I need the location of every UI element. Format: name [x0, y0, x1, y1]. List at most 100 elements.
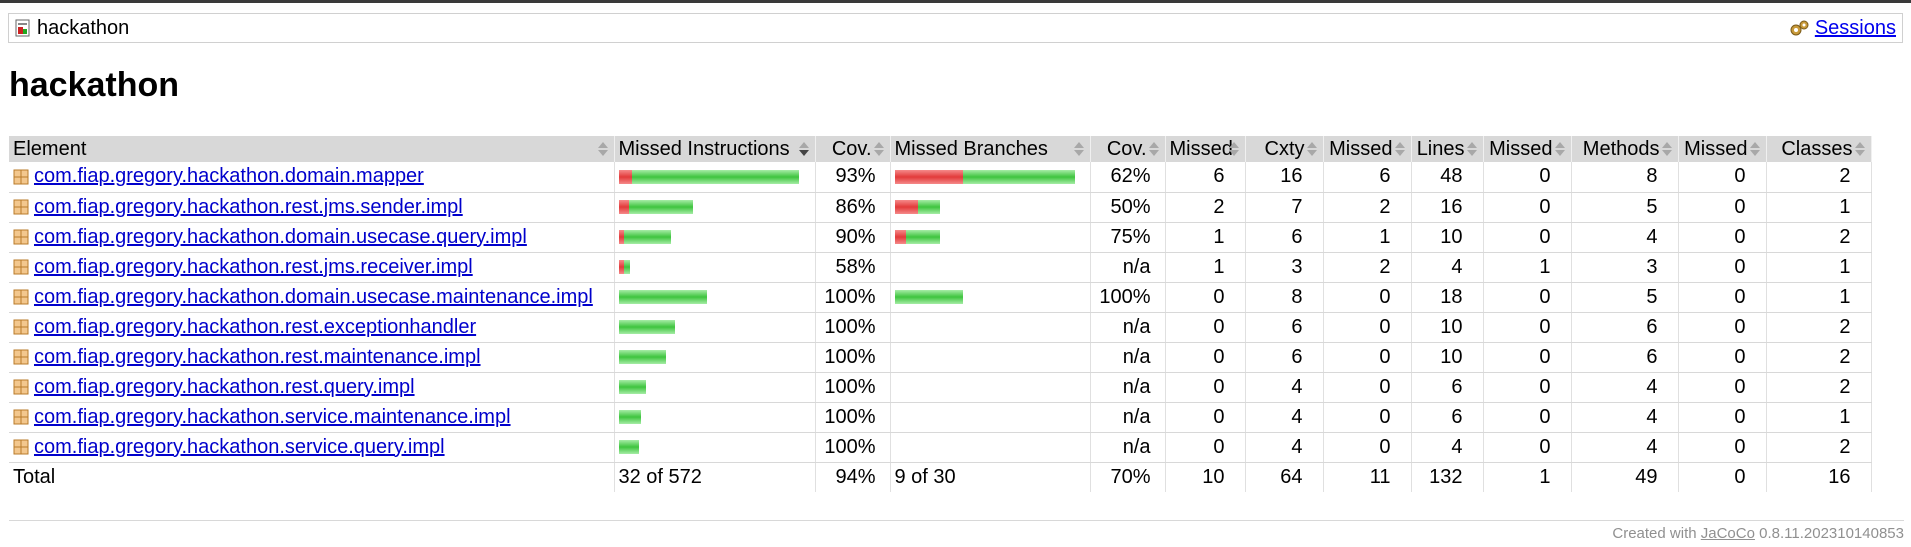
- col-header-element[interactable]: Element: [9, 136, 615, 162]
- branch-cov: n/a: [1090, 372, 1166, 403]
- total-methods: 49: [1571, 462, 1679, 492]
- instr-coverage-bar: [618, 380, 811, 394]
- package-icon: [13, 169, 29, 185]
- total-classes-missed: 0: [1678, 462, 1767, 492]
- table-row: com.fiap.gregory.hackathon.domain.usecas…: [9, 282, 1872, 313]
- methods-missed: 0: [1483, 312, 1572, 343]
- col-header-missed-branches[interactable]: Missed Branches: [890, 136, 1091, 162]
- total-branch-cov: 70%: [1090, 462, 1166, 492]
- branch-bar-cell: [890, 342, 1091, 373]
- instr-cov: 86%: [815, 192, 891, 223]
- jacoco-link[interactable]: JaCoCo: [1701, 525, 1755, 542]
- package-link[interactable]: com.fiap.gregory.hackathon.service.query…: [34, 436, 445, 459]
- instr-cov: 100%: [815, 282, 891, 313]
- lines: 18: [1411, 282, 1484, 313]
- col-header-classes[interactable]: Classes: [1766, 136, 1872, 162]
- table-body: com.fiap.gregory.hackathon.domain.mapper…: [9, 162, 1872, 463]
- classes-missed: 0: [1678, 252, 1767, 283]
- classes: 2: [1766, 372, 1872, 403]
- cxty-missed: 0: [1165, 282, 1246, 313]
- package-link[interactable]: com.fiap.gregory.hackathon.domain.usecas…: [34, 286, 593, 309]
- cxty-missed: 6: [1165, 162, 1246, 193]
- instr-bar-cell: [614, 222, 816, 253]
- element-cell: com.fiap.gregory.hackathon.rest.exceptio…: [9, 312, 615, 343]
- footer-divider: [9, 520, 1904, 521]
- col-header-missed-instructions[interactable]: Missed Instructions: [614, 136, 816, 162]
- footer-version: 0.8.11.202310140853: [1754, 525, 1904, 542]
- instr-bar-cell: [614, 432, 816, 463]
- col-header-branch-cov[interactable]: Cov.: [1090, 136, 1166, 162]
- classes: 1: [1766, 252, 1872, 283]
- element-cell: com.fiap.gregory.hackathon.rest.maintena…: [9, 342, 615, 373]
- package-entry: com.fiap.gregory.hackathon.rest.maintena…: [13, 346, 610, 369]
- classes-missed: 0: [1678, 432, 1767, 463]
- total-lines-missed: 11: [1323, 462, 1412, 492]
- sessions-link-wrapper[interactable]: Sessions: [1789, 17, 1896, 40]
- methods-missed: 0: [1483, 372, 1572, 403]
- classes-missed: 0: [1678, 402, 1767, 433]
- lines: 10: [1411, 342, 1484, 373]
- branch-cov: 62%: [1090, 162, 1166, 193]
- package-link[interactable]: com.fiap.gregory.hackathon.rest.maintena…: [34, 346, 481, 369]
- instr-coverage-bar-covered: [618, 290, 707, 304]
- table-row: com.fiap.gregory.hackathon.service.query…: [9, 432, 1872, 463]
- branch-coverage-bar: [895, 260, 1086, 274]
- col-header-classes-missed[interactable]: Missed: [1678, 136, 1767, 162]
- instr-coverage-bar-missed: [618, 200, 629, 214]
- branch-coverage-bar: [894, 200, 1086, 214]
- branch-coverage-bar: [895, 410, 1086, 424]
- methods: 6: [1571, 342, 1679, 373]
- package-link[interactable]: com.fiap.gregory.hackathon.domain.mapper: [34, 165, 424, 188]
- col-header-instr-cov[interactable]: Cov.: [815, 136, 891, 162]
- package-link[interactable]: com.fiap.gregory.hackathon.rest.query.im…: [34, 376, 415, 399]
- branch-coverage-bar: [895, 320, 1086, 334]
- methods: 5: [1571, 192, 1679, 223]
- instr-bar-cell: [614, 372, 816, 403]
- instr-coverage-bar-covered: [623, 230, 671, 244]
- package-link[interactable]: com.fiap.gregory.hackathon.rest.jms.send…: [34, 196, 463, 219]
- col-header-cxty-missed[interactable]: Missed: [1165, 136, 1246, 162]
- report-icon: [15, 19, 30, 37]
- col-header-methods-missed[interactable]: Missed: [1483, 136, 1572, 162]
- element-cell: com.fiap.gregory.hackathon.domain.usecas…: [9, 282, 615, 313]
- instr-coverage-bar: [618, 169, 811, 184]
- element-cell: com.fiap.gregory.hackathon.domain.usecas…: [9, 222, 615, 253]
- instr-cov: 100%: [815, 312, 891, 343]
- branch-bar-cell: [890, 282, 1091, 313]
- col-header-cxty[interactable]: Cxty: [1245, 136, 1324, 162]
- cxty: 7: [1245, 192, 1324, 223]
- classes: 2: [1766, 162, 1872, 193]
- branch-coverage-bar-covered: [917, 200, 940, 214]
- instr-bar-cell: [614, 342, 816, 373]
- sessions-link[interactable]: Sessions: [1815, 17, 1896, 40]
- element-cell: com.fiap.gregory.hackathon.rest.jms.rece…: [9, 252, 615, 283]
- instr-coverage-bar-covered: [618, 440, 639, 454]
- classes: 1: [1766, 192, 1872, 223]
- package-link[interactable]: com.fiap.gregory.hackathon.rest.exceptio…: [34, 316, 476, 339]
- sort-icon: [1661, 142, 1672, 156]
- instr-bar-cell: [614, 162, 816, 193]
- table-row: com.fiap.gregory.hackathon.rest.query.im…: [9, 372, 1872, 403]
- total-branch: 9 of 30: [890, 462, 1091, 492]
- classes: 1: [1766, 282, 1872, 313]
- methods: 4: [1571, 402, 1679, 433]
- col-header-lines-missed[interactable]: Missed: [1323, 136, 1412, 162]
- col-header-lines[interactable]: Lines: [1411, 136, 1484, 162]
- sort-icon: [1749, 142, 1760, 156]
- package-link[interactable]: com.fiap.gregory.hackathon.rest.jms.rece…: [34, 256, 473, 279]
- branch-coverage-bar-missed: [894, 200, 918, 214]
- branch-coverage-bar: [895, 440, 1086, 454]
- sort-desc-icon: [798, 142, 809, 156]
- methods-missed: 0: [1483, 162, 1572, 193]
- instr-bar-cell: [614, 402, 816, 433]
- classes-missed: 0: [1678, 312, 1767, 343]
- cxty: 8: [1245, 282, 1324, 313]
- package-link[interactable]: com.fiap.gregory.hackathon.domain.usecas…: [34, 226, 527, 249]
- sort-icon: [1228, 142, 1239, 156]
- cxty: 16: [1245, 162, 1324, 193]
- cxty: 4: [1245, 432, 1324, 463]
- col-header-methods[interactable]: Methods: [1571, 136, 1679, 162]
- methods: 6: [1571, 312, 1679, 343]
- package-link[interactable]: com.fiap.gregory.hackathon.service.maint…: [34, 406, 511, 429]
- branch-cov: n/a: [1090, 402, 1166, 433]
